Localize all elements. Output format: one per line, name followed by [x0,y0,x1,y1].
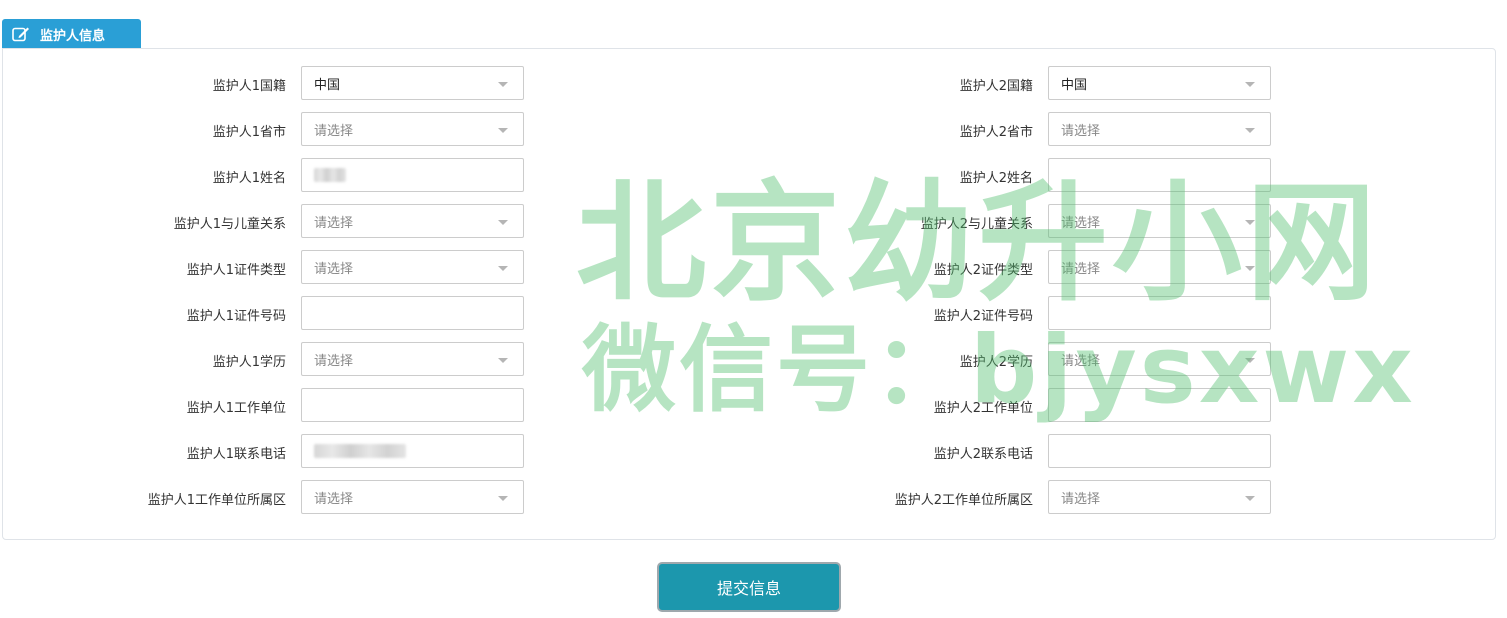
guardian2-nationality-label: 监护人2国籍 [959,79,1033,94]
guardian2-relation-select[interactable]: 请选择 [1048,204,1271,238]
guardian2-id-type-placeholder: 请选择 [1061,261,1101,277]
redacted-phone [314,444,406,458]
guardian1-relation-select[interactable]: 请选择 [301,204,524,238]
guardian1-nationality-select[interactable]: 中国 [301,66,524,100]
guardian1-relation-label: 监护人1与儿童关系 [173,217,286,232]
guardian1-id-type-select[interactable]: 请选择 [301,250,524,284]
guardian2-employer-district-label: 监护人2工作单位所属区 [894,493,1033,508]
guardian1-name-input[interactable] [301,158,524,192]
chevron-down-icon [498,82,508,87]
guardian2-nationality-value: 中国 [1061,77,1088,93]
guardian1-phone-input[interactable] [301,434,524,468]
guardian1-province-placeholder: 请选择 [314,123,354,139]
chevron-down-icon [498,496,508,501]
guardian2-province-select[interactable]: 请选择 [1048,112,1271,146]
chevron-down-icon [1245,82,1255,87]
guardian1-employer-district-select[interactable]: 请选择 [301,480,524,514]
guardian2-id-number-label: 监护人2证件号码 [933,309,1033,324]
guardian2-education-placeholder: 请选择 [1061,353,1101,369]
guardian2-employer-label: 监护人2工作单位 [933,401,1033,416]
guardian1-education-label: 监护人1学历 [212,355,286,370]
section-title: 监护人信息 [40,28,106,44]
guardian1-id-type-placeholder: 请选择 [314,261,354,277]
chevron-down-icon [498,220,508,225]
guardian1-nationality-value: 中国 [314,77,341,93]
guardian1-id-type-label: 监护人1证件类型 [186,263,286,278]
guardian1-relation-placeholder: 请选择 [314,215,354,231]
guardian2-relation-label: 监护人2与儿童关系 [920,217,1033,232]
guardian2-id-type-select[interactable]: 请选择 [1048,250,1271,284]
guardian2-education-select[interactable]: 请选择 [1048,342,1271,376]
guardian1-name-label: 监护人1姓名 [212,171,286,186]
guardian1-province-select[interactable]: 请选择 [301,112,524,146]
guardian1-employer-district-placeholder: 请选择 [314,491,354,507]
guardian1-id-number-label: 监护人1证件号码 [186,309,286,324]
guardian2-province-label: 监护人2省市 [959,125,1033,140]
guardian2-education-label: 监护人2学历 [959,355,1033,370]
guardian2-phone-label: 监护人2联系电话 [933,447,1033,462]
guardian2-employer-district-select[interactable]: 请选择 [1048,480,1271,514]
redacted-name [314,168,346,182]
guardian1-education-select[interactable]: 请选择 [301,342,524,376]
guardian2-employer-district-placeholder: 请选择 [1061,491,1101,507]
chevron-down-icon [498,128,508,133]
guardian2-province-placeholder: 请选择 [1061,123,1101,139]
chevron-down-icon [498,358,508,363]
guardian2-name-input[interactable] [1048,158,1271,192]
guardian1-employer-label: 监护人1工作单位 [186,401,286,416]
chevron-down-icon [498,266,508,271]
edit-icon [12,26,30,42]
chevron-down-icon [1245,220,1255,225]
guardian2-employer-input[interactable] [1048,388,1271,422]
chevron-down-icon [1245,128,1255,133]
guardian2-id-type-label: 监护人2证件类型 [933,263,1033,278]
section-tab: 监护人信息 [2,19,141,49]
guardian1-province-label: 监护人1省市 [212,125,286,140]
guardian2-nationality-select[interactable]: 中国 [1048,66,1271,100]
chevron-down-icon [1245,266,1255,271]
guardian1-phone-label: 监护人1联系电话 [186,447,286,462]
chevron-down-icon [1245,496,1255,501]
guardian1-education-placeholder: 请选择 [314,353,354,369]
chevron-down-icon [1245,358,1255,363]
guardian2-id-number-input[interactable] [1048,296,1271,330]
guardian1-id-number-input[interactable] [301,296,524,330]
guardian1-nationality-label: 监护人1国籍 [212,79,286,94]
guardian1-employer-input[interactable] [301,388,524,422]
submit-button[interactable]: 提交信息 [657,562,841,612]
guardian2-relation-placeholder: 请选择 [1061,215,1101,231]
guardian2-name-label: 监护人2姓名 [959,171,1033,186]
guardian2-phone-input[interactable] [1048,434,1271,468]
guardian1-employer-district-label: 监护人1工作单位所属区 [147,493,286,508]
